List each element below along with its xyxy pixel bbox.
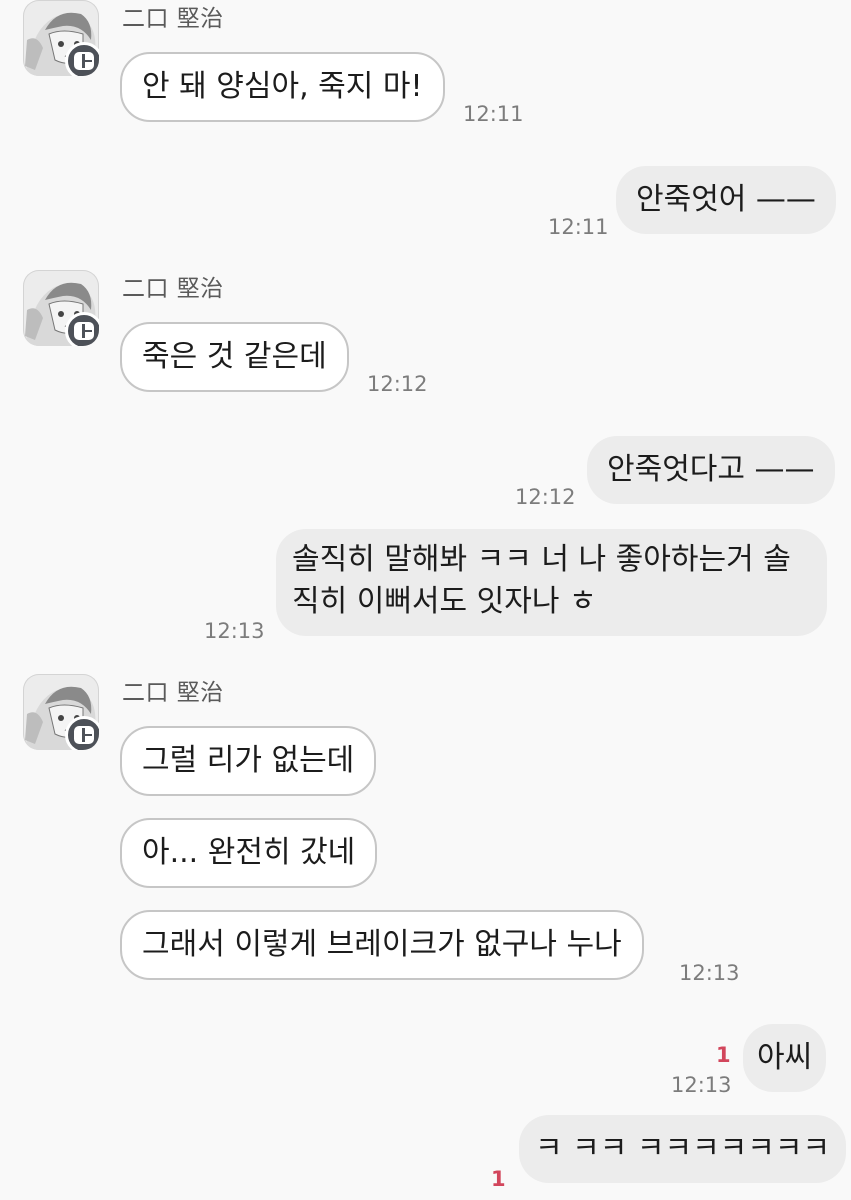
contact-avatar[interactable]: [23, 0, 99, 76]
message-time: 12:13: [671, 1073, 732, 1097]
contact-name: 二口 堅治: [122, 680, 224, 706]
message-bubble-outgoing[interactable]: 안죽엇다고 ——: [587, 436, 835, 504]
talk-badge-icon: [65, 42, 99, 76]
message-bubble-outgoing[interactable]: 솔직히 말해봐 ㅋㅋ 너 나 좋아하는거 솔직히 이뻐서도 잇자나 ㅎ: [276, 529, 827, 636]
contact-avatar[interactable]: [23, 270, 99, 346]
message-bubble-incoming[interactable]: 아... 완전히 갔네: [120, 818, 378, 888]
message-bubble-incoming[interactable]: 죽은 것 같은데: [120, 322, 349, 392]
unread-count: 1: [716, 1043, 731, 1067]
message-bubble-outgoing[interactable]: 아씨: [743, 1024, 827, 1092]
message-bubble-incoming[interactable]: 그래서 이렇게 브레이크가 없구나 누나: [120, 910, 644, 980]
contact-avatar[interactable]: [23, 674, 99, 750]
contact-name: 二口 堅治: [122, 276, 224, 302]
unread-count: 1: [491, 1167, 506, 1191]
message-time: 12:12: [367, 372, 428, 396]
contact-name: 二口 堅治: [122, 6, 224, 32]
talk-badge-icon: [65, 312, 99, 346]
message-time: 12:11: [548, 215, 609, 239]
talk-badge-icon: [65, 716, 99, 750]
message-bubble-outgoing[interactable]: ㅋ ㅋㅋ ㅋㅋㅋㅋㅋㅋㅋ: [519, 1115, 847, 1183]
message-time: 12:12: [515, 485, 576, 509]
message-time: 12:13: [204, 619, 265, 643]
message-time: 12:13: [679, 961, 740, 985]
message-bubble-outgoing[interactable]: 안죽엇어 ——: [616, 166, 836, 234]
message-bubble-incoming[interactable]: 안 돼 양심아, 죽지 마!: [120, 52, 445, 122]
message-time: 12:11: [463, 102, 524, 126]
message-bubble-incoming[interactable]: 그럴 리가 없는데: [120, 726, 377, 796]
